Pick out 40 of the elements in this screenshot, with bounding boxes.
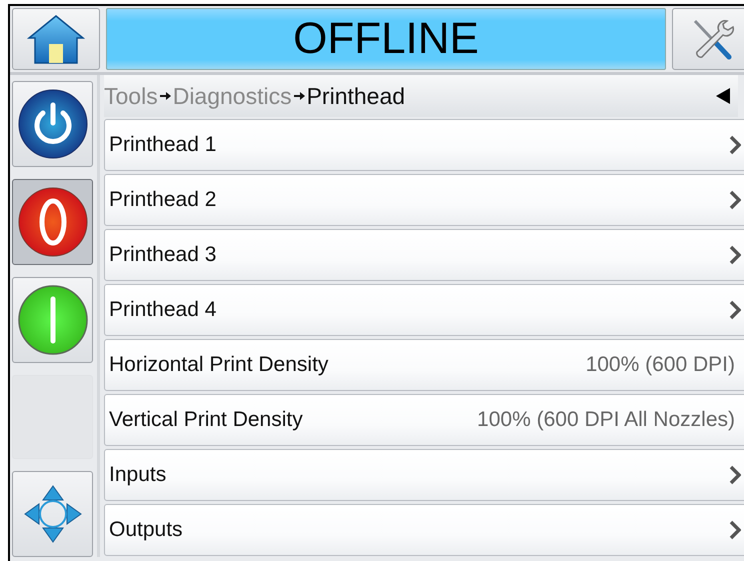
chevron-icon: [729, 465, 741, 485]
direction-arrows-icon: [22, 484, 82, 544]
navigation-button[interactable]: [12, 471, 93, 557]
chevron-icon: [729, 245, 741, 265]
menu-row[interactable]: Horizontal Print Density 100% (600 DPI): [104, 339, 744, 391]
stop-icon: [18, 187, 88, 257]
chevron-icon: [729, 300, 741, 320]
arrow-icon: [294, 92, 305, 100]
home-button[interactable]: [12, 8, 100, 70]
chevron-icon: [729, 135, 741, 155]
chevron-icon: [729, 190, 741, 210]
tools-button[interactable]: [672, 8, 744, 70]
row-label: Outputs: [109, 518, 183, 542]
row-label: Printhead 3: [109, 243, 216, 267]
back-button[interactable]: [716, 88, 730, 104]
menu-row[interactable]: Outputs: [104, 504, 744, 556]
row-label: Horizontal Print Density: [109, 353, 328, 377]
status-banner: OFFLINE: [106, 8, 666, 70]
menu-row[interactable]: Printhead 1: [104, 119, 744, 171]
menu-row[interactable]: Printhead 2: [104, 174, 744, 226]
row-label: Printhead 4: [109, 298, 216, 322]
stop-button[interactable]: [12, 179, 93, 265]
row-label: Printhead 1: [109, 133, 216, 157]
breadcrumb-item: Printhead: [306, 82, 406, 110]
row-label: Inputs: [109, 463, 166, 487]
house-icon: [25, 13, 87, 65]
row-label: Vertical Print Density: [109, 408, 303, 432]
power-icon: [18, 89, 88, 159]
row-value: 100% (600 DPI All Nozzles): [477, 408, 735, 432]
power-button[interactable]: [12, 81, 93, 167]
row-value: 100% (600 DPI): [586, 353, 735, 377]
menu-row[interactable]: Printhead 3: [104, 229, 744, 281]
arrow-icon: [160, 92, 171, 100]
row-label: Printhead 2: [109, 188, 216, 212]
menu-row[interactable]: Vertical Print Density 100% (600 DPI All Nozzles): [104, 394, 744, 446]
menu-row[interactable]: Printhead 4: [104, 284, 744, 336]
start-button[interactable]: [12, 277, 93, 363]
start-icon: [18, 285, 88, 355]
chevron-icon: [729, 520, 741, 540]
menu-row[interactable]: Inputs: [104, 449, 744, 501]
